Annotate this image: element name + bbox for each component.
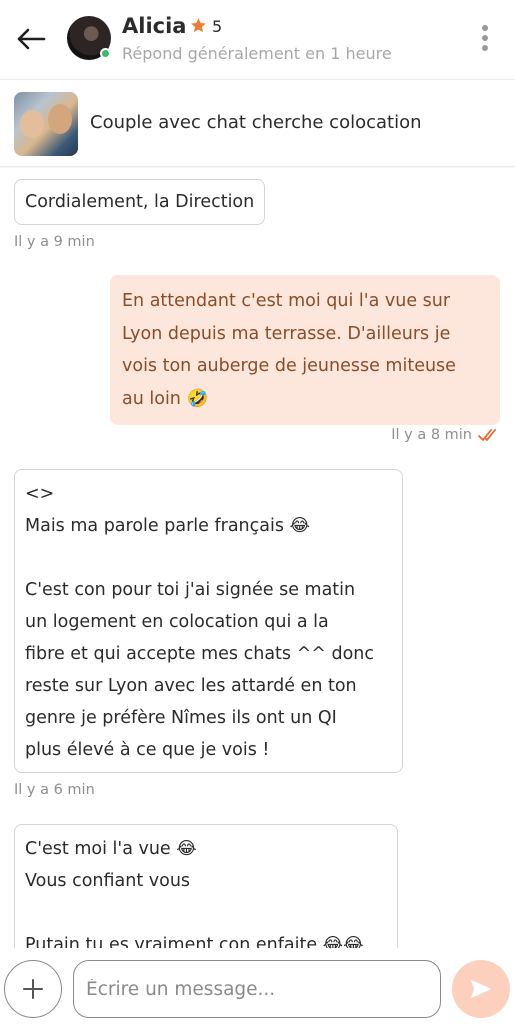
message-bubble-incoming: Cordialement, la Direction	[14, 179, 266, 225]
listing-photo	[14, 92, 78, 156]
message-bubble-incoming: <> Mais ma parole parle français 😂 C'est…	[14, 469, 403, 773]
star-icon	[191, 18, 206, 33]
chat-header: Alicia 5 Répond généralement en 1 heure	[0, 0, 515, 80]
message-bubble-incoming: C'est moi l'a vue 😂 Vous confiant vous P…	[14, 824, 398, 948]
message-timestamp-outgoing: Il y a 8 min	[391, 427, 498, 443]
double-check-read-icon	[478, 429, 496, 441]
message-input-container[interactable]	[73, 960, 441, 1018]
message-input[interactable]	[86, 961, 426, 1017]
message-composer	[0, 948, 515, 1024]
listing-card[interactable]: Couple avec chat cherche colocation	[0, 81, 515, 167]
response-time-status: Répond généralement en 1 heure	[122, 44, 392, 63]
rating-value: 5	[212, 17, 223, 36]
online-status-indicator	[100, 48, 111, 59]
back-button[interactable]	[14, 22, 48, 56]
contact-name[interactable]: Alicia	[122, 14, 186, 38]
kebab-menu-icon	[482, 25, 488, 31]
message-list[interactable]: Cordialement, la Direction Il y a 9 min …	[0, 168, 515, 948]
add-attachment-button[interactable]	[4, 960, 62, 1018]
message-timestamp: Il y a 6 min	[14, 782, 95, 798]
message-timestamp: Il y a 8 min	[391, 427, 472, 443]
message-timestamp: Il y a 9 min	[14, 234, 95, 250]
message-bubble-outgoing: En attendant c'est moi qui l'a vue sur L…	[110, 275, 500, 425]
kebab-menu-button[interactable]	[475, 22, 495, 54]
arrow-left-icon	[17, 28, 46, 50]
plus-icon	[23, 979, 43, 999]
listing-title: Couple avec chat cherche colocation	[90, 112, 422, 133]
send-icon	[471, 980, 491, 998]
send-button[interactable]	[452, 960, 510, 1018]
avatar[interactable]	[67, 16, 111, 60]
